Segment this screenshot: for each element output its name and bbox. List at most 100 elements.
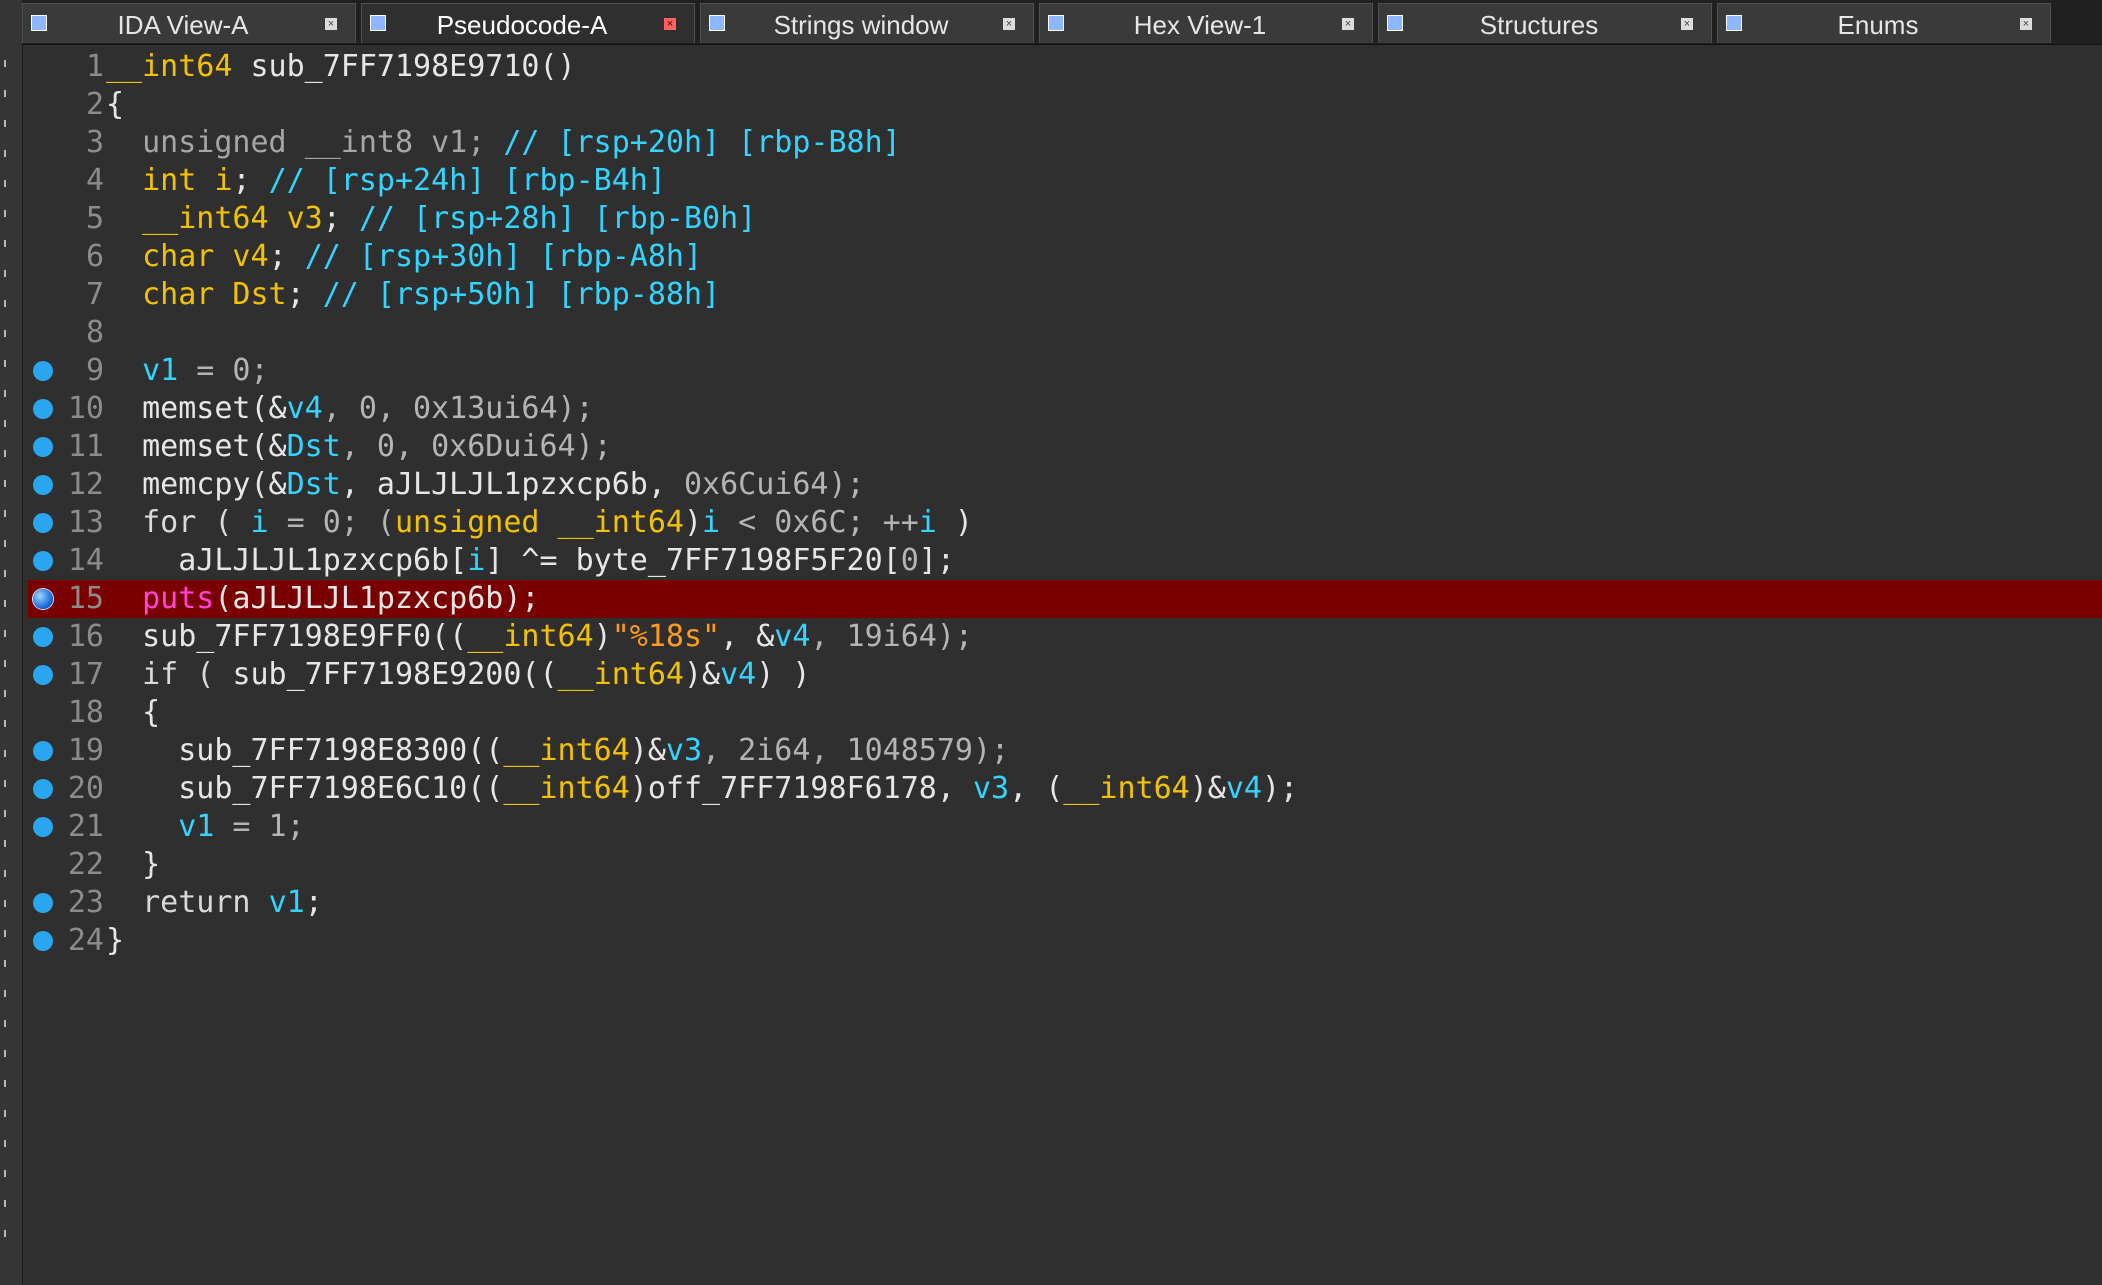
code-text[interactable]: for ( i = 0; (unsigned __int64)i < 0x6C;…: [106, 504, 973, 542]
code-text[interactable]: char Dst; // [rsp+50h] [rbp-88h]: [106, 276, 720, 314]
code-text[interactable]: return v1;: [106, 884, 323, 922]
code-line[interactable]: 8: [28, 314, 2102, 352]
tab-label: Structures: [1479, 10, 1599, 40]
dock-grip-mark: [4, 930, 10, 937]
code-line[interactable]: 11 memset(&Dst, 0, 0x6Dui64);: [28, 428, 2102, 466]
code-token: char v4: [106, 239, 269, 274]
pseudocode-view[interactable]: 1 __int64 sub_7FF7198E9710() 2{3 unsigned …: [28, 48, 2102, 1278]
code-line[interactable]: 1 __int64 sub_7FF7198E9710(): [28, 48, 2102, 86]
tab-structures[interactable]: Structures ×: [1378, 3, 1712, 43]
dock-grip-mark: [4, 390, 10, 397]
tab-enums[interactable]: Enums ×: [1717, 3, 2051, 43]
tab-pseudocode-a[interactable]: Pseudocode-A ×: [361, 3, 695, 43]
code-token: , 0, 0x13ui64);: [322, 391, 594, 426]
code-token: ): [683, 505, 703, 540]
code-line[interactable]: 2{: [28, 86, 2102, 124]
close-icon[interactable]: ×: [1681, 18, 1693, 30]
tab-hex-view-1[interactable]: Hex View-1 ×: [1039, 3, 1373, 43]
breakpoint-icon[interactable]: [33, 779, 53, 799]
code-text[interactable]: char v4; // [rsp+30h] [rbp-A8h]: [106, 238, 702, 276]
line-number: 22: [67, 847, 104, 882]
tab-label: Hex View-1: [1133, 10, 1267, 40]
code-line[interactable]: 18 {: [28, 694, 2102, 732]
line-number: 14: [67, 543, 104, 578]
code-token: , aJLJLJL1pzxcp6b,: [340, 467, 684, 502]
current-instruction-icon[interactable]: [33, 589, 53, 609]
code-text[interactable]: memset(&v4, 0, 0x13ui64);: [106, 390, 594, 428]
breakpoint-icon[interactable]: [33, 817, 53, 837]
breakpoint-icon[interactable]: [33, 399, 53, 419]
code-text[interactable]: int i; // [rsp+24h] [rbp-B4h]: [106, 162, 666, 200]
code-line[interactable]: 4 int i; // [rsp+24h] [rbp-B4h]: [28, 162, 2102, 200]
dock-grip-mark: [4, 1170, 10, 1177]
code-line[interactable]: 5 __int64 v3; // [rsp+28h] [rbp-B0h]: [28, 200, 2102, 238]
code-line[interactable]: 12 memcpy(&Dst, aJLJLJL1pzxcp6b, 0x6Cui6…: [28, 466, 2102, 504]
breakpoint-icon[interactable]: [33, 931, 53, 951]
code-text[interactable]: memset(&Dst, 0, 0x6Dui64);: [106, 428, 612, 466]
code-text[interactable]: v1 = 1;: [106, 808, 305, 846]
structures-icon: [1387, 15, 1403, 31]
code-line[interactable]: 17 if ( sub_7FF7198E9200((__int64)&v4) ): [28, 656, 2102, 694]
code-token: , 0, 0x6Dui64);: [340, 429, 612, 464]
code-token: = 0;: [178, 353, 269, 388]
code-line[interactable]: 23 return v1;: [28, 884, 2102, 922]
code-text[interactable]: memcpy(&Dst, aJLJLJL1pzxcp6b, 0x6Cui64);: [106, 466, 865, 504]
code-text[interactable]: unsigned __int8 v1; // [rsp+20h] [rbp-B8…: [106, 124, 901, 162]
breakpoint-icon[interactable]: [33, 893, 53, 913]
close-icon[interactable]: ×: [325, 18, 337, 30]
breakpoint-icon[interactable]: [33, 361, 53, 381]
code-line[interactable]: 15 puts(aJLJLJL1pzxcp6b);: [28, 580, 2102, 618]
code-token: ;: [304, 885, 323, 920]
code-token: i: [918, 505, 937, 540]
code-text[interactable]: }: [106, 846, 160, 884]
code-token: , 19i64);: [810, 619, 973, 654]
code-text[interactable]: }: [106, 922, 124, 960]
breakpoint-icon[interactable]: [33, 627, 53, 647]
code-line[interactable]: 9 v1 = 0;: [28, 352, 2102, 390]
close-icon[interactable]: ×: [2020, 18, 2032, 30]
code-line[interactable]: 6 char v4; // [rsp+30h] [rbp-A8h]: [28, 238, 2102, 276]
code-token: __int64: [106, 49, 233, 84]
code-text[interactable]: __int64 v3; // [rsp+28h] [rbp-B0h]: [106, 200, 756, 238]
code-line[interactable]: 21 v1 = 1;: [28, 808, 2102, 846]
code-line[interactable]: 20 sub_7FF7198E6C10((__int64)off_7FF7198…: [28, 770, 2102, 808]
code-line[interactable]: 13 for ( i = 0; (unsigned __int64)i < 0x…: [28, 504, 2102, 542]
code-token: sub_7FF7198E9710(): [232, 49, 576, 84]
code-text[interactable]: sub_7FF7198E9FF0((__int64)"%18s", &v4, 1…: [106, 618, 973, 656]
code-text[interactable]: puts(aJLJLJL1pzxcp6b);: [106, 580, 539, 618]
breakpoint-icon[interactable]: [33, 513, 53, 533]
code-text[interactable]: sub_7FF7198E8300((__int64)&v3, 2i64, 104…: [106, 732, 1009, 770]
code-line[interactable]: 14 aJLJLJL1pzxcp6b[i] ^= byte_7FF7198F5F…: [28, 542, 2102, 580]
tab-ida-view-a[interactable]: IDA View-A ×: [22, 3, 356, 43]
code-line[interactable]: 7 char Dst; // [rsp+50h] [rbp-88h]: [28, 276, 2102, 314]
breakpoint-icon[interactable]: [33, 665, 53, 685]
code-line[interactable]: 19 sub_7FF7198E8300((__int64)&v3, 2i64, …: [28, 732, 2102, 770]
code-text[interactable]: v1 = 0;: [106, 352, 269, 390]
code-text[interactable]: __int64 sub_7FF7198E9710(): [106, 48, 576, 86]
breakpoint-icon[interactable]: [33, 475, 53, 495]
breakpoint-icon[interactable]: [33, 741, 53, 761]
code-token: ];: [918, 543, 955, 578]
breakpoint-icon[interactable]: [33, 551, 53, 571]
code-line[interactable]: 22 }: [28, 846, 2102, 884]
close-icon[interactable]: ×: [664, 18, 676, 30]
code-line[interactable]: 24}: [28, 922, 2102, 960]
close-icon[interactable]: ×: [1003, 18, 1015, 30]
code-text[interactable]: sub_7FF7198E6C10((__int64)off_7FF7198F61…: [106, 770, 1298, 808]
code-token: ;: [232, 163, 269, 198]
tab-strings-window[interactable]: Strings window ×: [700, 3, 1034, 43]
code-text[interactable]: {: [106, 86, 124, 124]
code-line[interactable]: 3 unsigned __int8 v1; // [rsp+20h] [rbp-…: [28, 124, 2102, 162]
tab-label: Strings window: [773, 10, 949, 40]
breakpoint-icon[interactable]: [33, 437, 53, 457]
code-text[interactable]: {: [106, 694, 160, 732]
code-text[interactable]: aJLJLJL1pzxcp6b[i] ^= byte_7FF7198F5F20[…: [106, 542, 955, 580]
code-text[interactable]: if ( sub_7FF7198E9200((__int64)&v4) ): [106, 656, 810, 694]
close-icon[interactable]: ×: [1342, 18, 1354, 30]
code-token: ): [593, 619, 612, 654]
code-line[interactable]: 10 memset(&v4, 0, 0x13ui64);: [28, 390, 2102, 428]
code-line[interactable]: 16 sub_7FF7198E9FF0((__int64)"%18s", &v4…: [28, 618, 2102, 656]
dock-grip-mark: [4, 900, 10, 907]
code-token: = 1;: [214, 809, 305, 844]
